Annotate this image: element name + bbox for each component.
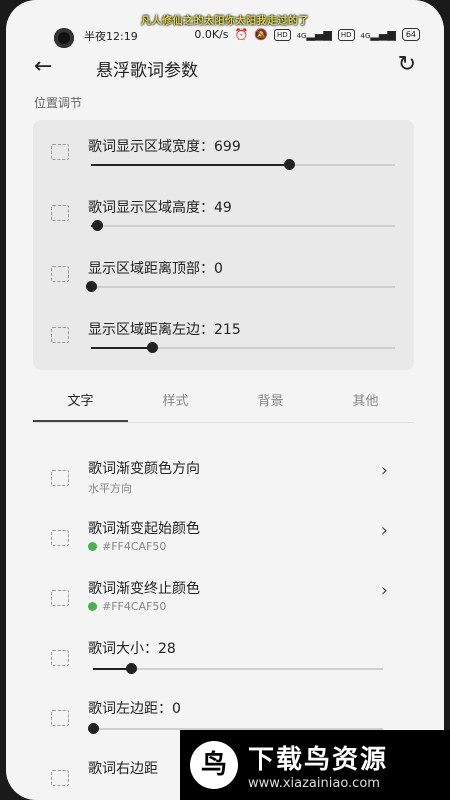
setting-icon xyxy=(51,590,69,606)
setting-value-text: 水平方向 xyxy=(88,482,132,495)
setting-value: 水平方向 xyxy=(88,480,132,496)
hd-badge-2: HD xyxy=(337,28,355,41)
setting-icon xyxy=(51,144,69,160)
lyric-size-slider[interactable] xyxy=(93,663,383,674)
refresh-icon[interactable]: ↻ xyxy=(398,52,416,77)
top-offset-slider[interactable] xyxy=(86,281,395,292)
status-time: 半夜12:19 xyxy=(84,30,138,43)
watermark-text: 下载鸟资源 www.xiazainiao.com xyxy=(248,739,388,791)
slider-thumb[interactable] xyxy=(86,281,97,292)
setting-icon xyxy=(51,710,69,726)
slider-thumb[interactable] xyxy=(125,663,137,674)
setting-label: 歌词渐变起始颜色 xyxy=(88,521,200,537)
signal-label-1: 4G xyxy=(296,32,307,40)
alarm-icon: ⏰ xyxy=(234,28,249,41)
setting-row-left[interactable]: 显示区域距离左边：215 xyxy=(33,303,414,363)
network-speed: 0.0K/s xyxy=(194,28,229,41)
setting-label: 歌词右边距 xyxy=(88,761,158,777)
left-offset-slider[interactable] xyxy=(91,342,395,353)
tab-background[interactable]: 背景 xyxy=(223,390,318,409)
chevron-right-icon: › xyxy=(380,580,388,601)
setting-label: 歌词渐变终止颜色 xyxy=(88,581,200,597)
chevron-right-icon: › xyxy=(380,520,388,541)
setting-icon xyxy=(51,266,69,282)
setting-label: 显示区域距离左边：215 xyxy=(88,322,241,338)
phone-screen: 凡人修仙之的太阳你太阳我走过的了 半夜12:19 0.0K/s ⏰ 🔕 HD 4… xyxy=(6,0,444,800)
slider-thumb[interactable] xyxy=(146,342,158,353)
signal-label-2: 4G xyxy=(360,32,371,40)
setting-gradient-end-color[interactable]: 歌词渐变终止颜色 #FF4CAF50 › xyxy=(33,566,414,626)
setting-label: 歌词显示区域宽度：699 xyxy=(88,139,241,155)
slider-thumb[interactable] xyxy=(92,220,104,231)
slider-thumb[interactable] xyxy=(283,159,295,170)
signal-icon-2: 4G▂▄▆ xyxy=(360,28,396,41)
setting-value: #FF4CAF50 xyxy=(88,600,166,613)
setting-label: 歌词左边距：0 xyxy=(88,701,181,717)
back-arrow-icon[interactable]: ← xyxy=(34,54,52,79)
status-right: 0.0K/s ⏰ 🔕 HD 4G▂▄▆ HD 4G▂▄▆ 64 xyxy=(194,28,420,41)
section-label-position: 位置调节 xyxy=(34,96,83,110)
hd-badge-1: HD xyxy=(273,28,291,41)
mute-icon: 🔕 xyxy=(254,28,268,41)
position-settings-card: 歌词显示区域宽度：699 歌词显示区域高度：49 显示区域距离顶部：0 显示区域… xyxy=(33,120,414,370)
page-title: 悬浮歌词参数 xyxy=(96,61,198,81)
slider-fill xyxy=(91,347,152,349)
watermark-url: www.xiazainiao.com xyxy=(248,776,380,791)
setting-label: 歌词渐变颜色方向 xyxy=(88,461,200,477)
setting-icon xyxy=(51,650,69,666)
tab-other[interactable]: 其他 xyxy=(318,390,413,409)
setting-icon xyxy=(51,470,69,486)
active-tab-indicator xyxy=(33,420,128,422)
setting-gradient-start-color[interactable]: 歌词渐变起始颜色 #FF4CAF50 › xyxy=(33,506,414,566)
setting-value-text: #FF4CAF50 xyxy=(102,600,167,613)
setting-label: 歌词显示区域高度：49 xyxy=(88,200,232,216)
setting-icon xyxy=(51,205,69,221)
watermark-banner: 鸟 下载鸟资源 www.xiazainiao.com xyxy=(180,730,450,800)
setting-row-height[interactable]: 歌词显示区域高度：49 xyxy=(33,181,414,241)
setting-label: 显示区域距离顶部：0 xyxy=(88,261,223,277)
slider-fill xyxy=(91,164,289,166)
tab-style[interactable]: 样式 xyxy=(128,390,223,409)
bird-logo-icon: 鸟 xyxy=(190,741,238,789)
setting-row-width[interactable]: 歌词显示区域宽度：699 xyxy=(33,120,414,180)
slider-thumb[interactable] xyxy=(88,723,99,734)
top-app-bar: ← 悬浮歌词参数 ↻ xyxy=(6,52,444,84)
chevron-right-icon: › xyxy=(380,460,388,481)
setting-label: 歌词大小：28 xyxy=(88,641,176,657)
color-swatch xyxy=(88,602,97,611)
setting-icon xyxy=(51,327,69,343)
settings-tabs: 文字 样式 背景 其他 xyxy=(33,382,414,423)
width-slider[interactable] xyxy=(91,159,395,170)
setting-lyric-size[interactable]: 歌词大小：28 xyxy=(33,626,414,686)
setting-gradient-direction[interactable]: 歌词渐变颜色方向 水平方向 › xyxy=(33,446,414,506)
setting-value: #FF4CAF50 xyxy=(88,540,166,553)
status-bar: 半夜12:19 0.0K/s ⏰ 🔕 HD 4G▂▄▆ HD 4G▂▄▆ 64 xyxy=(6,26,444,46)
tab-text[interactable]: 文字 xyxy=(33,390,128,409)
battery-indicator: 64 xyxy=(401,28,420,41)
height-slider[interactable] xyxy=(91,220,395,231)
setting-icon xyxy=(51,530,69,546)
floating-lyric-overlay: 凡人修仙之的太阳你太阳我走过的了 xyxy=(141,16,309,27)
setting-value-text: #FF4CAF50 xyxy=(102,540,167,553)
setting-row-top[interactable]: 显示区域距离顶部：0 xyxy=(33,242,414,302)
setting-icon xyxy=(51,770,69,786)
color-swatch xyxy=(88,542,97,551)
signal-icon-1: 4G▂▄▆ xyxy=(296,28,332,41)
watermark-brand: 下载鸟资源 xyxy=(248,745,389,775)
